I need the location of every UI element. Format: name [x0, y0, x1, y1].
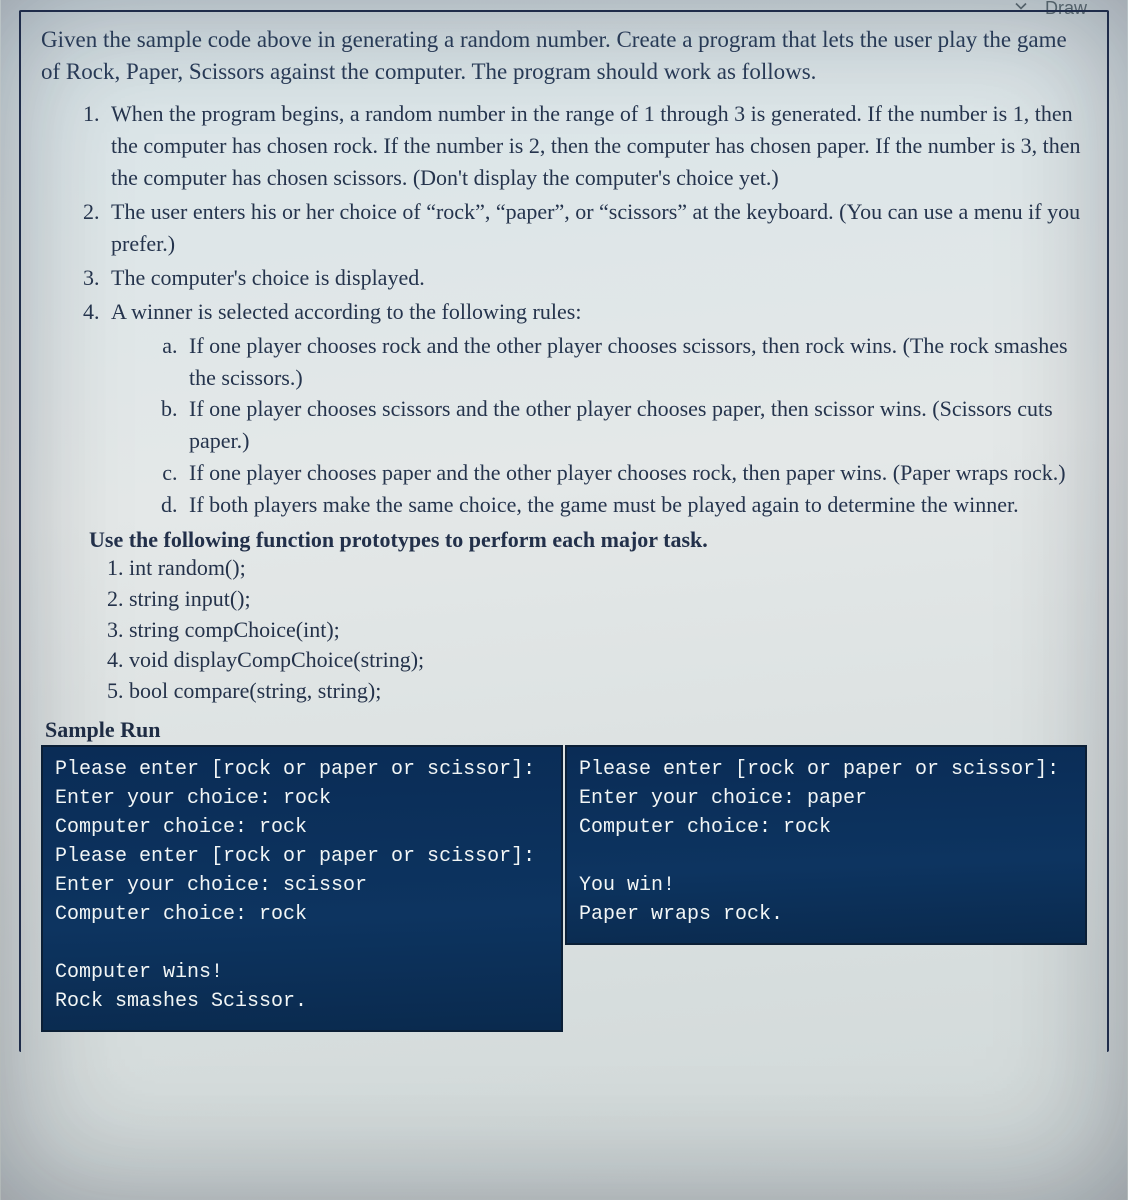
intro-text: Given the sample code above in generatin…: [41, 24, 1087, 88]
step-4-text: A winner is selected according to the fo…: [111, 299, 581, 324]
step-4: A winner is selected according to the fo…: [105, 296, 1087, 521]
proto-display: void displayCompChoice(string);: [129, 645, 1087, 676]
step-3: The computer's choice is displayed.: [105, 262, 1087, 294]
rule-c: If one player chooses paper and the othe…: [183, 457, 1087, 489]
steps-list: When the program begins, a random number…: [41, 98, 1087, 521]
proto-input: string input();: [129, 584, 1087, 615]
rule-b: If one player chooses scissors and the o…: [183, 393, 1087, 457]
step-2: The user enters his or her choice of “ro…: [105, 196, 1087, 260]
proto-compchoice: string compChoice(int);: [129, 615, 1087, 646]
sample-run-heading: Sample Run: [45, 717, 1087, 743]
proto-random: int random();: [129, 553, 1087, 584]
page: Draw Given the sample code above in gene…: [0, 0, 1128, 1200]
step-1: When the program begins, a random number…: [105, 98, 1087, 194]
proto-compare: bool compare(string, string);: [129, 676, 1087, 707]
console-right: Please enter [rock or paper or scissor]:…: [565, 745, 1087, 945]
rule-d: If both players make the same choice, th…: [183, 489, 1087, 521]
console-right-wrap: Please enter [rock or paper or scissor]:…: [565, 745, 1087, 1032]
sample-runs: Please enter [rock or paper or scissor]:…: [41, 745, 1087, 1032]
console-left: Please enter [rock or paper or scissor]:…: [41, 745, 563, 1032]
prototypes-list: int random(); string input(); string com…: [41, 553, 1087, 707]
problem-card: Given the sample code above in generatin…: [19, 10, 1109, 1052]
rules-list: If one player chooses rock and the other…: [111, 330, 1087, 521]
prototypes-heading: Use the following function prototypes to…: [89, 527, 1087, 553]
rule-a: If one player chooses rock and the other…: [183, 330, 1087, 394]
